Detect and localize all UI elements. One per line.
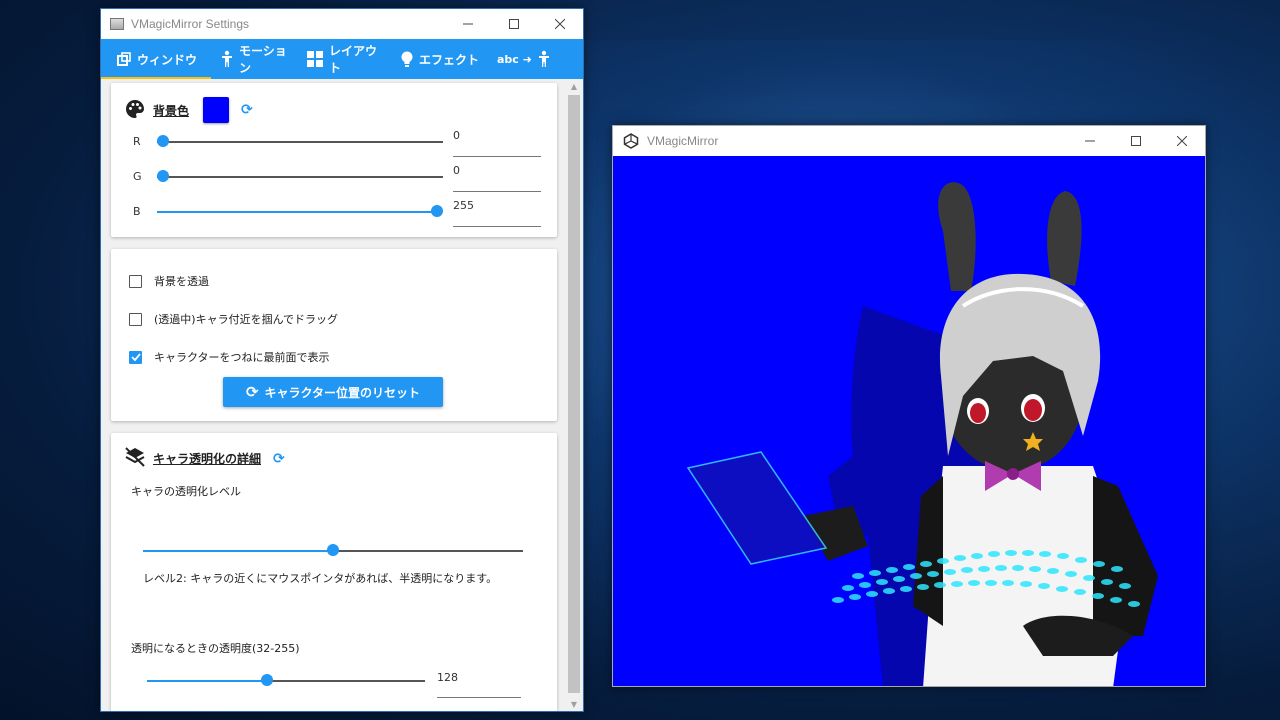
close-button[interactable] bbox=[537, 9, 583, 39]
slider-r: R 0 bbox=[111, 123, 557, 159]
unity-icon bbox=[623, 133, 639, 149]
tab-label: abc ➜ bbox=[497, 52, 532, 66]
scroll-up-icon[interactable]: ▲ bbox=[569, 82, 579, 92]
close-icon bbox=[1177, 136, 1187, 146]
background-color-header: 背景色 bbox=[153, 103, 190, 118]
layers-icon bbox=[125, 447, 145, 470]
slider-track[interactable] bbox=[333, 550, 523, 552]
value-underline bbox=[453, 156, 541, 157]
maximize-icon bbox=[509, 19, 519, 29]
slider-fill[interactable] bbox=[143, 550, 333, 552]
value-underline bbox=[453, 191, 541, 192]
refresh-icon[interactable]: ⟳ bbox=[241, 102, 253, 118]
transparency-header: キャラ透明化の詳細 bbox=[153, 452, 262, 466]
drag-checkbox[interactable] bbox=[129, 312, 142, 326]
slider-label: B bbox=[133, 205, 141, 218]
avatar-illustration bbox=[686, 182, 1158, 686]
slider-thumb[interactable] bbox=[431, 205, 443, 217]
settings-window: VMagicMirror Settings ウィンドウ モーション レイアウト … bbox=[100, 8, 584, 712]
background-color-swatch[interactable] bbox=[203, 97, 230, 123]
close-icon bbox=[555, 19, 565, 29]
minimize-icon bbox=[1085, 140, 1095, 142]
transparency-level-description: レベル2: キャラの近くにマウスポインタがあれば、半透明になります。 bbox=[143, 572, 498, 585]
tab-label: モーション bbox=[239, 44, 287, 75]
check-icon bbox=[130, 353, 141, 362]
transparent-background-checkbox[interactable] bbox=[129, 274, 142, 288]
background-color-card: 背景色 ⟳ R 0 G 0 B 255 bbox=[111, 83, 557, 237]
value-underline bbox=[453, 226, 541, 227]
slider-thumb[interactable] bbox=[261, 674, 273, 686]
slider-value[interactable]: 255 bbox=[453, 199, 474, 212]
tab-effect[interactable]: エフェクト bbox=[397, 39, 489, 79]
button-label: キャラクター位置のリセット bbox=[264, 385, 421, 400]
close-button[interactable] bbox=[1159, 126, 1205, 156]
slider-value[interactable]: 0 bbox=[453, 129, 460, 142]
slider-thumb[interactable] bbox=[327, 544, 339, 556]
checkbox-label: キャラクターをつねに最前面で表示 bbox=[154, 351, 330, 364]
vmm-titlebar[interactable]: VMagicMirror bbox=[613, 126, 1205, 156]
maximize-button[interactable] bbox=[1113, 126, 1159, 156]
lightbulb-icon bbox=[401, 51, 413, 68]
slider-b: B 255 bbox=[111, 193, 557, 229]
reset-position-button[interactable]: ⟳ キャラクター位置のリセット bbox=[223, 377, 443, 407]
topmost-checkbox[interactable] bbox=[129, 350, 142, 364]
vmagicmirror-window: VMagicMirror bbox=[612, 125, 1206, 687]
tab-motion[interactable]: モーション bbox=[211, 39, 301, 79]
layout-icon bbox=[307, 51, 323, 67]
alpha-slider: 128 bbox=[111, 663, 557, 699]
palette-icon bbox=[125, 99, 145, 122]
refresh-icon[interactable]: ⟳ bbox=[273, 451, 285, 467]
settings-content: 背景色 ⟳ R 0 G 0 B 255 背景を透過 (透過中)キャラ付近を掴んで… bbox=[101, 79, 565, 711]
window-icon bbox=[117, 52, 131, 66]
slider-thumb[interactable] bbox=[157, 135, 169, 147]
slider-label: G bbox=[133, 170, 142, 183]
slider-track[interactable] bbox=[267, 680, 425, 682]
settings-window-title: VMagicMirror Settings bbox=[131, 17, 250, 31]
slider-label: R bbox=[133, 135, 141, 148]
tab-layout[interactable]: レイアウト bbox=[301, 39, 397, 79]
slider-g: G 0 bbox=[111, 158, 557, 194]
minimize-button[interactable] bbox=[445, 9, 491, 39]
slider-value[interactable]: 0 bbox=[453, 164, 460, 177]
slider-fill[interactable] bbox=[157, 211, 437, 213]
value-underline bbox=[437, 697, 521, 698]
settings-titlebar[interactable]: VMagicMirror Settings bbox=[101, 9, 583, 39]
tab-word-to-motion[interactable]: abc ➜ bbox=[489, 39, 579, 79]
tab-label: エフェクト bbox=[419, 52, 480, 67]
slider-fill[interactable] bbox=[147, 680, 267, 682]
app-icon bbox=[110, 18, 124, 30]
slider-track[interactable] bbox=[157, 141, 443, 143]
scrollbar[interactable]: ▲ ▼ bbox=[565, 79, 583, 711]
tab-bar: ウィンドウ モーション レイアウト エフェクト abc ➜ bbox=[101, 39, 583, 79]
tab-label: レイアウト bbox=[329, 44, 378, 75]
transparent-background-option[interactable]: 背景を透過 bbox=[129, 273, 209, 289]
slider-thumb[interactable] bbox=[157, 170, 169, 182]
topmost-option[interactable]: キャラクターをつねに最前面で表示 bbox=[129, 349, 330, 365]
person-icon bbox=[221, 50, 233, 68]
person-icon bbox=[538, 50, 550, 68]
checkbox-label: (透過中)キャラ付近を掴んでドラッグ bbox=[154, 313, 339, 326]
refresh-icon: ⟳ bbox=[245, 383, 259, 401]
drag-option[interactable]: (透過中)キャラ付近を掴んでドラッグ bbox=[129, 311, 338, 327]
scroll-down-icon[interactable]: ▼ bbox=[569, 700, 579, 710]
transparency-level-label: キャラの透明化レベル bbox=[131, 485, 241, 498]
alpha-label: 透明になるときの透明度(32-255) bbox=[131, 642, 300, 655]
tab-window[interactable]: ウィンドウ bbox=[101, 39, 211, 79]
slider-value[interactable]: 128 bbox=[437, 671, 458, 684]
window-options-card: 背景を透過 (透過中)キャラ付近を掴んでドラッグ キャラクターをつねに最前面で表… bbox=[111, 249, 557, 421]
transparency-card: キャラ透明化の詳細 ⟳ キャラの透明化レベル レベル2: キャラの近くにマウスポ… bbox=[111, 433, 557, 711]
tab-label: ウィンドウ bbox=[137, 52, 198, 67]
minimize-icon bbox=[463, 23, 473, 25]
scroll-thumb[interactable] bbox=[568, 95, 580, 693]
transparency-level-slider bbox=[111, 533, 557, 569]
vmm-window-title: VMagicMirror bbox=[647, 134, 719, 148]
avatar-viewport[interactable] bbox=[613, 156, 1205, 686]
checkbox-label: 背景を透過 bbox=[154, 275, 209, 288]
slider-track[interactable] bbox=[157, 176, 443, 178]
minimize-button[interactable] bbox=[1067, 126, 1113, 156]
maximize-icon bbox=[1131, 136, 1141, 146]
maximize-button[interactable] bbox=[491, 9, 537, 39]
